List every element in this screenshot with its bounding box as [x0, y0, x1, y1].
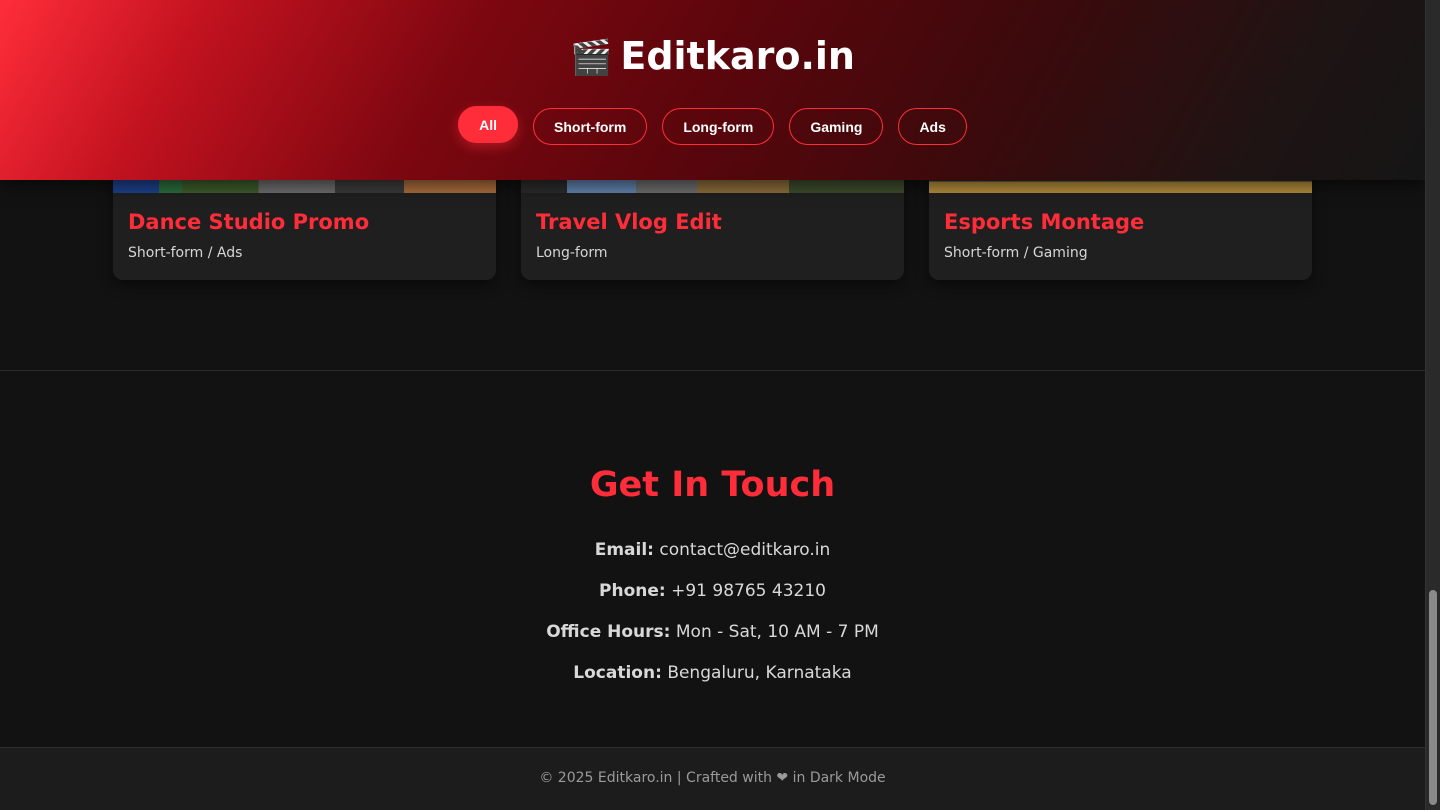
filter-gaming-button[interactable]: Gaming	[789, 108, 884, 145]
footer: © 2025 Editkaro.in | Crafted with ❤ in D…	[0, 747, 1425, 810]
location-value: Bengaluru, Karnataka	[667, 663, 852, 683]
clapperboard-icon: 🎬	[570, 38, 613, 78]
card-title: Dance Studio Promo	[128, 210, 370, 234]
filter-bar: All Short-form Long-form Gaming Ads	[0, 106, 1425, 145]
filter-ads-button[interactable]: Ads	[898, 108, 967, 145]
card-title: Esports Montage	[944, 210, 1145, 234]
email-value[interactable]: contact@editkaro.in	[659, 540, 830, 560]
hours-label: Office Hours:	[546, 622, 671, 642]
phone-label: Phone:	[599, 581, 666, 601]
contact-location: Location: Bengaluru, Karnataka	[0, 663, 1425, 683]
vertical-scrollbar[interactable]	[1425, 0, 1440, 810]
filter-short-form-button[interactable]: Short-form	[533, 108, 648, 145]
contact-phone: Phone: +91 98765 43210	[0, 581, 1425, 601]
site-header: 🎬 Editkaro.in All Short-form Long-form Ga…	[0, 0, 1425, 180]
brand-name: Editkaro.in	[620, 34, 855, 78]
contact-email: Email: contact@editkaro.in	[0, 540, 1425, 560]
page: Dance Studio Promo Short-form / Ads Trav…	[0, 0, 1425, 810]
scrollbar-thumb[interactable]	[1429, 590, 1437, 805]
contact-section: Get In Touch Email: contact@editkaro.in …	[0, 371, 1425, 747]
contact-title: Get In Touch	[589, 465, 836, 505]
filter-long-form-button[interactable]: Long-form	[662, 108, 775, 145]
card-tags: Long-form	[536, 245, 608, 261]
email-label: Email:	[594, 540, 654, 560]
brand-logo[interactable]: 🎬 Editkaro.in	[0, 34, 1425, 78]
location-label: Location:	[573, 663, 662, 683]
hours-value: Mon - Sat, 10 AM - 7 PM	[675, 622, 879, 642]
contact-hours: Office Hours: Mon - Sat, 10 AM - 7 PM	[0, 622, 1425, 642]
card-title: Travel Vlog Edit	[536, 210, 722, 234]
footer-text: © 2025 Editkaro.in | Crafted with ❤ in D…	[539, 770, 886, 786]
filter-all-button[interactable]: All	[458, 106, 518, 143]
card-tags: Short-form / Gaming	[944, 245, 1088, 261]
phone-value[interactable]: +91 98765 43210	[671, 581, 826, 601]
card-tags: Short-form / Ads	[128, 245, 243, 261]
